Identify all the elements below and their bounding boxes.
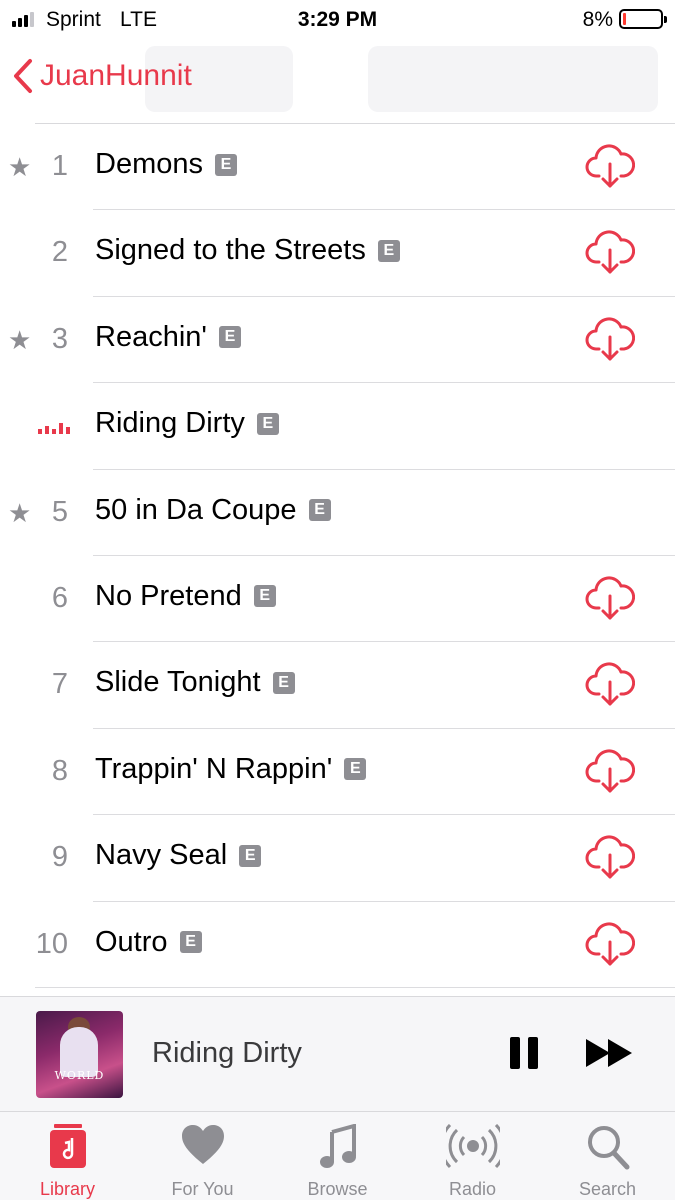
cloud-download-icon[interactable] bbox=[585, 317, 635, 363]
track-title: Demons bbox=[95, 148, 203, 180]
track-title-group: Outro E bbox=[95, 926, 202, 959]
track-number: 9 bbox=[51, 841, 68, 874]
cloud-download-icon[interactable] bbox=[585, 662, 635, 708]
battery-percentage: 8% bbox=[582, 8, 613, 31]
explicit-badge: E bbox=[253, 585, 276, 608]
heart-icon bbox=[181, 1125, 224, 1164]
explicit-badge: E bbox=[179, 931, 202, 954]
tab-label: For You bbox=[171, 1179, 234, 1199]
track-title-group: Riding Dirty E bbox=[95, 407, 279, 440]
explicit-badge: E bbox=[215, 153, 237, 176]
track-row[interactable]: ★ 1 Demons E bbox=[0, 124, 675, 211]
album-art[interactable]: WORLD bbox=[36, 1011, 123, 1098]
back-label: JuanHunnit bbox=[40, 59, 192, 92]
explicit-badge: E bbox=[377, 239, 400, 262]
tab-bar: Library For You Browse Radio Search bbox=[0, 1112, 675, 1200]
star-icon: ★ bbox=[8, 152, 32, 182]
navigation-bar: JuanHunnit bbox=[0, 40, 675, 124]
track-title: Slide Tonight bbox=[95, 666, 261, 699]
track-title-group: Trappin' N Rappin' E bbox=[95, 752, 367, 786]
star-icon: ★ bbox=[8, 324, 32, 355]
track-number: 7 bbox=[51, 668, 68, 701]
explicit-badge: E bbox=[218, 326, 241, 349]
music-note-icon bbox=[319, 1124, 356, 1168]
track-title-group: Navy Seal E bbox=[95, 839, 262, 872]
explicit-badge: E bbox=[344, 758, 367, 781]
equalizer-icon bbox=[38, 418, 70, 435]
cloud-download-icon[interactable] bbox=[585, 230, 635, 276]
tab-label: Radio bbox=[448, 1179, 497, 1199]
cloud-download-icon[interactable] bbox=[585, 835, 635, 881]
now-playing-title[interactable]: Riding Dirty bbox=[152, 1037, 302, 1070]
track-title-group: Demons E bbox=[95, 148, 237, 181]
track-row[interactable]: 10 Outro E bbox=[0, 902, 675, 989]
track-title: Trappin' N Rappin' bbox=[95, 752, 333, 785]
explicit-badge: E bbox=[272, 671, 295, 694]
track-title: No Pretend bbox=[95, 579, 242, 612]
explicit-badge: E bbox=[308, 499, 331, 522]
status-bar: Sprint LTE 3:29 PM 8% bbox=[0, 0, 675, 40]
track-title: 50 in Da Coupe bbox=[95, 493, 297, 526]
radio-icon bbox=[445, 1124, 500, 1169]
tab-label: Search bbox=[578, 1179, 637, 1199]
track-title: Signed to the Streets bbox=[95, 234, 366, 267]
track-title: Navy Seal bbox=[95, 839, 228, 872]
track-row[interactable]: ★ 3 Reachin' E bbox=[0, 297, 675, 384]
track-number: 2 bbox=[51, 236, 68, 269]
cloud-download-icon[interactable] bbox=[585, 576, 635, 622]
explicit-badge: E bbox=[239, 844, 262, 867]
search-icon bbox=[587, 1126, 629, 1170]
cloud-download-icon[interactable] bbox=[585, 749, 635, 795]
track-row[interactable]: Riding Dirty E bbox=[0, 383, 675, 470]
track-number: 1 bbox=[51, 150, 68, 182]
tab-for-you[interactable]: For You bbox=[135, 1112, 270, 1200]
track-list: ★ 1 Demons E 2 Signed to the Streets E ★ 3 Reachi… bbox=[0, 124, 675, 989]
track-title: Outro bbox=[95, 925, 168, 958]
track-row[interactable]: 8 Trappin' N Rappin' E bbox=[0, 729, 675, 816]
track-row[interactable]: 6 No Pretend E bbox=[0, 556, 675, 643]
album-art-text: WORLD bbox=[54, 1069, 105, 1082]
track-row[interactable]: 9 Navy Seal E bbox=[0, 815, 675, 902]
tab-label: Library bbox=[39, 1179, 96, 1199]
track-title: Reachin' bbox=[95, 320, 207, 353]
tab-label: Browse bbox=[307, 1179, 368, 1199]
library-icon bbox=[49, 1124, 86, 1168]
chevron-left-icon bbox=[14, 59, 32, 93]
track-number: 6 bbox=[51, 581, 68, 614]
battery-icon bbox=[619, 9, 667, 29]
track-title-group: 50 in Da Coupe E bbox=[95, 494, 331, 527]
track-title-group: Reachin' E bbox=[95, 321, 241, 354]
pause-button[interactable] bbox=[510, 1037, 538, 1069]
track-title: Riding Dirty bbox=[95, 407, 245, 440]
tab-search[interactable]: Search bbox=[540, 1112, 675, 1200]
track-row[interactable]: 2 Signed to the Streets E bbox=[0, 210, 675, 298]
track-number: 3 bbox=[51, 322, 68, 355]
tab-radio[interactable]: Radio bbox=[405, 1112, 540, 1200]
explicit-badge: E bbox=[256, 412, 279, 435]
track-row[interactable]: ★ 5 50 in Da Coupe E bbox=[0, 470, 675, 557]
mini-player[interactable]: WORLD Riding Dirty bbox=[0, 996, 675, 1112]
clock: 3:29 PM bbox=[297, 8, 378, 31]
track-number: 10 bbox=[35, 927, 68, 960]
next-track-button[interactable] bbox=[586, 1039, 634, 1067]
cloud-download-icon[interactable] bbox=[585, 921, 635, 968]
cloud-download-icon[interactable] bbox=[585, 144, 635, 190]
back-button[interactable]: JuanHunnit bbox=[12, 58, 192, 94]
star-icon: ★ bbox=[8, 497, 32, 528]
track-title-group: Signed to the Streets E bbox=[95, 234, 400, 267]
track-title-group: No Pretend E bbox=[95, 580, 276, 613]
track-row[interactable]: 7 Slide Tonight E bbox=[0, 642, 675, 730]
tab-library[interactable]: Library bbox=[0, 1112, 135, 1200]
track-title-group: Slide Tonight E bbox=[95, 666, 295, 699]
tab-browse[interactable]: Browse bbox=[270, 1112, 405, 1200]
track-number: 8 bbox=[51, 754, 68, 787]
track-number: 5 bbox=[51, 495, 68, 528]
